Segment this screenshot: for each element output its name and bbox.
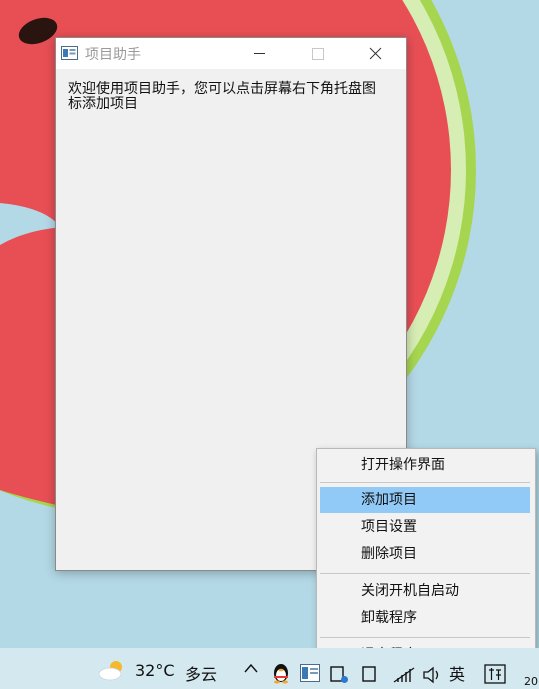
app-icon	[61, 46, 78, 60]
ime-mode-icon[interactable]	[484, 664, 506, 684]
weather-condition[interactable]: 多云	[185, 661, 217, 685]
system-clock[interactable]: 20	[524, 675, 538, 688]
tray-context-menu: 打开操作界面 添加项目 项目设置 删除项目 关闭开机自启动 卸载程序 退出程序	[316, 448, 536, 674]
chevron-up-icon[interactable]	[243, 661, 259, 675]
close-icon	[369, 47, 382, 60]
volume-icon[interactable]	[422, 666, 442, 684]
app-tray-icon[interactable]	[300, 664, 320, 682]
menu-item-delete-project[interactable]: 删除项目	[320, 541, 530, 567]
welcome-message: 欢迎使用项目助手，您可以点击屏幕右下角托盘图标添加项目	[68, 81, 376, 112]
menu-item-label: 删除项目	[361, 546, 417, 562]
menu-item-add-project[interactable]: 添加项目	[320, 487, 530, 513]
menu-item-uninstall[interactable]: 卸载程序	[320, 605, 530, 631]
input-language-indicator[interactable]: 英	[449, 661, 465, 685]
title-bar[interactable]: 项目助手	[56, 38, 406, 69]
menu-item-label: 打开操作界面	[361, 457, 445, 473]
menu-item-open-interface[interactable]: 打开操作界面	[320, 452, 530, 478]
network-icon[interactable]	[392, 666, 416, 684]
menu-item-label: 项目设置	[361, 519, 417, 535]
menu-item-label: 关闭开机自启动	[361, 583, 459, 599]
partly-cloudy-icon[interactable]	[97, 659, 127, 681]
menu-item-project-settings[interactable]: 项目设置	[320, 514, 530, 540]
minimize-button[interactable]	[236, 38, 282, 69]
close-button[interactable]	[352, 38, 398, 69]
menu-item-disable-autostart[interactable]: 关闭开机自启动	[320, 578, 530, 604]
menu-item-label: 卸载程序	[361, 610, 417, 626]
maximize-button[interactable]	[294, 38, 340, 69]
menu-separator	[320, 482, 530, 483]
menu-separator	[320, 637, 530, 638]
weather-temperature[interactable]: 32°C	[135, 661, 175, 680]
menu-item-label: 添加项目	[361, 492, 417, 508]
notification-dot	[341, 676, 348, 683]
menu-separator	[320, 573, 530, 574]
taskbar: 32°C 多云 英 20	[0, 648, 539, 689]
qq-penguin-icon[interactable]	[270, 662, 292, 684]
window-title: 项目助手	[85, 47, 141, 63]
tray-icon[interactable]	[362, 666, 376, 682]
